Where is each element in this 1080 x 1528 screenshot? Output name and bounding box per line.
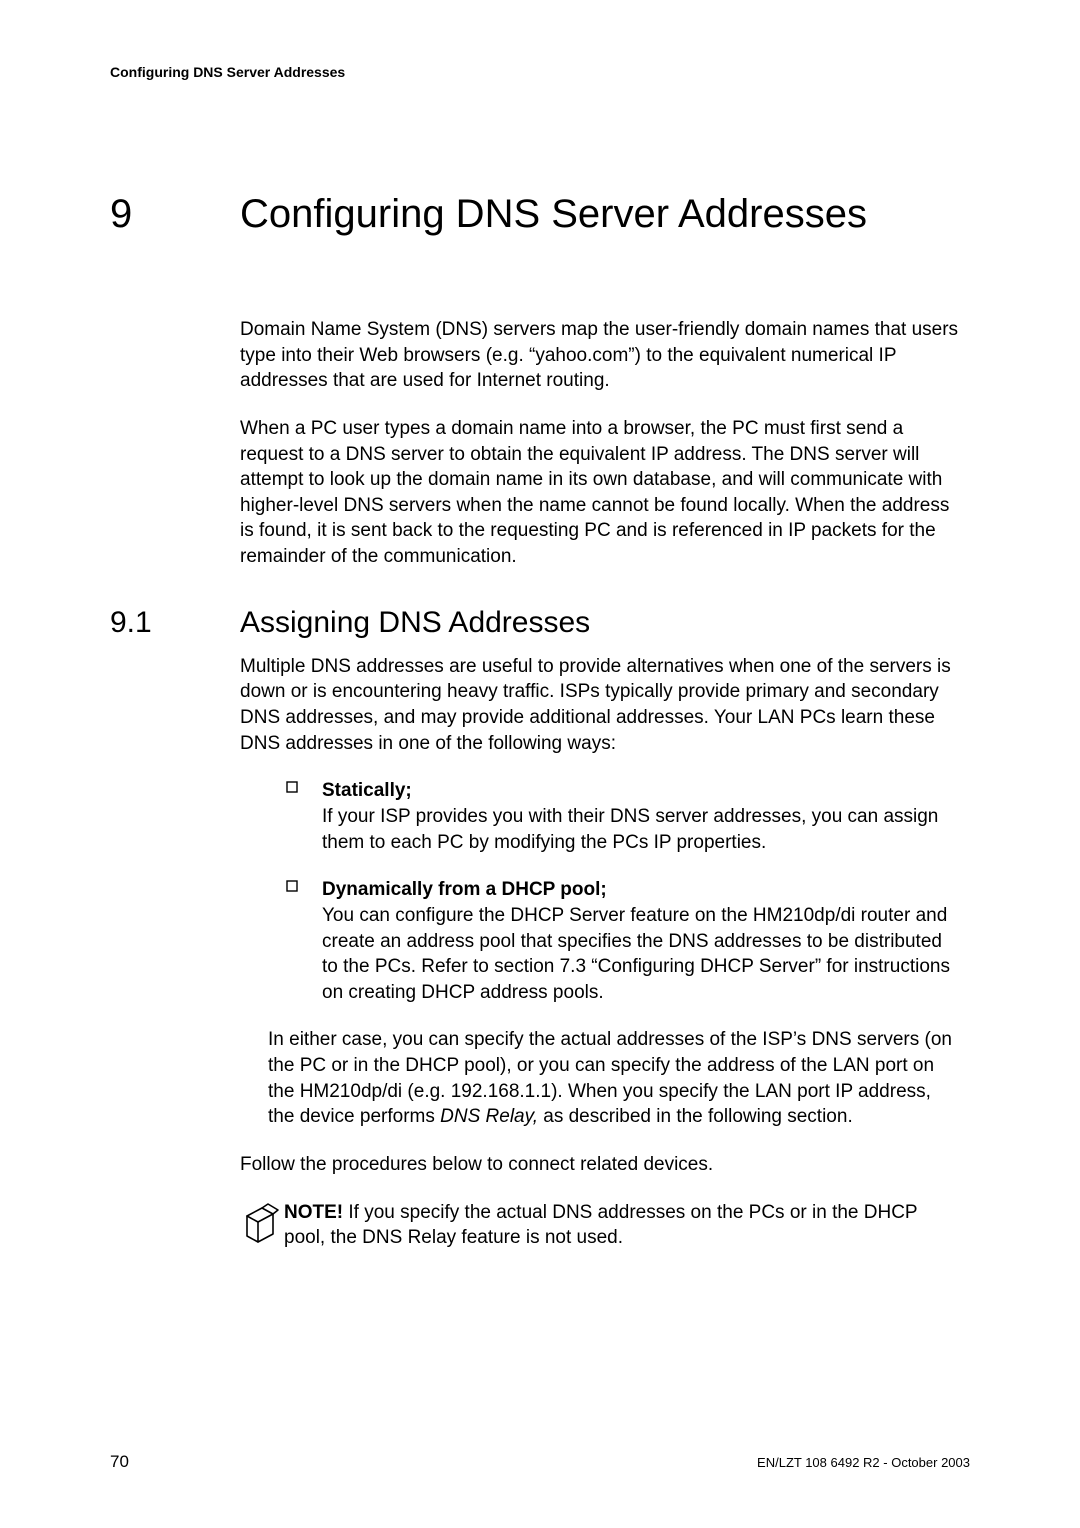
section-paragraph-3: Follow the procedures below to connect r…: [240, 1152, 960, 1178]
running-header: Configuring DNS Server Addresses: [110, 64, 970, 80]
chapter-heading: 9 Configuring DNS Server Addresses: [110, 192, 970, 237]
bullet-body: If your ISP provides you with their DNS …: [322, 806, 938, 853]
bullet-list: Statically; If your ISP provides you wit…: [240, 778, 960, 1005]
page: Configuring DNS Server Addresses 9 Confi…: [0, 0, 1080, 1528]
chapter-number: 9: [110, 192, 240, 237]
square-bullet-icon: [286, 781, 298, 793]
p2-post: as described in the following section.: [538, 1106, 853, 1127]
section-number: 9.1: [110, 606, 240, 640]
section-paragraph-2: In either case, you can specify the actu…: [268, 1027, 960, 1130]
footer-doc-id: EN/LZT 108 6492 R2 - October 2003: [757, 1455, 970, 1470]
section-body: Multiple DNS addresses are useful to pro…: [240, 654, 960, 1251]
bullet-body: You can configure the DHCP Server featur…: [322, 905, 950, 1003]
note-block: NOTE! If you specify the actual DNS addr…: [240, 1200, 960, 1251]
p2-em: DNS Relay,: [440, 1106, 538, 1127]
intro-block: Domain Name System (DNS) servers map the…: [240, 317, 960, 570]
note-body: If you specify the actual DNS addresses …: [284, 1202, 917, 1249]
note-icon: [240, 1200, 284, 1251]
chapter-title: Configuring DNS Server Addresses: [240, 192, 867, 237]
intro-paragraph-1: Domain Name System (DNS) servers map the…: [240, 317, 960, 394]
page-number: 70: [110, 1452, 129, 1472]
square-bullet-icon: [286, 880, 298, 892]
bullet-head: Dynamically from a DHCP pool;: [322, 879, 607, 900]
note-text: NOTE! If you specify the actual DNS addr…: [284, 1200, 960, 1251]
list-item: Dynamically from a DHCP pool; You can co…: [268, 877, 960, 1005]
bullet-head: Statically;: [322, 780, 412, 801]
list-item: Statically; If your ISP provides you wit…: [268, 778, 960, 855]
intro-paragraph-2: When a PC user types a domain name into …: [240, 416, 960, 570]
page-footer: 70 EN/LZT 108 6492 R2 - October 2003: [110, 1452, 970, 1472]
note-label: NOTE!: [284, 1202, 343, 1223]
section-heading: 9.1 Assigning DNS Addresses: [110, 606, 970, 640]
section-paragraph-1: Multiple DNS addresses are useful to pro…: [240, 654, 960, 757]
section-title: Assigning DNS Addresses: [240, 606, 590, 640]
